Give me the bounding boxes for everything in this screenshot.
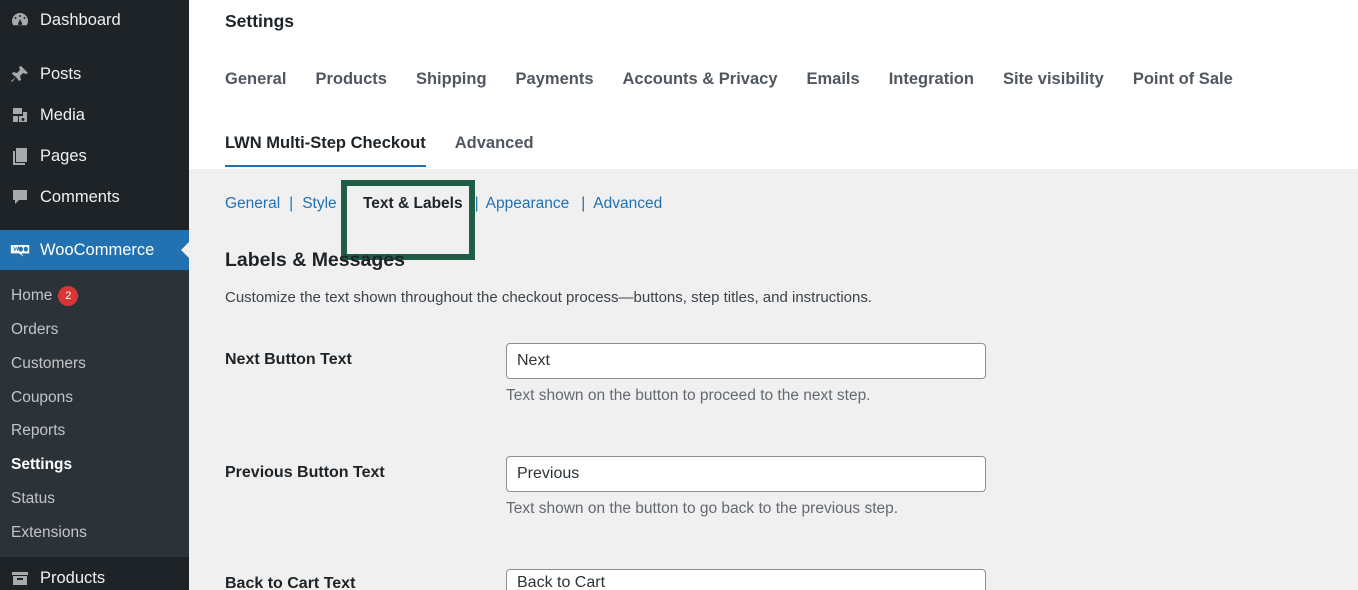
sidebar-item-label: Comments xyxy=(40,187,120,206)
submenu-item-orders[interactable]: Orders xyxy=(11,321,58,339)
back-to-cart-text-input[interactable] xyxy=(506,569,986,590)
sidebar-item-comments[interactable]: Comments xyxy=(0,183,189,211)
sidebar-item-media[interactable]: Media xyxy=(0,101,189,129)
settings-tabs: General Products Shipping Payments Accou… xyxy=(225,70,1262,89)
tab-shipping[interactable]: Shipping xyxy=(416,70,487,89)
current-menu-arrow xyxy=(181,242,189,258)
section-title: Labels & Messages xyxy=(225,249,405,271)
tab-site-visibility[interactable]: Site visibility xyxy=(1003,70,1104,89)
sidebar-item-label: Pages xyxy=(40,146,87,165)
admin-sidebar: Dashboard Posts Media Pages Comments Woo… xyxy=(0,0,189,590)
subnav-separator: | xyxy=(474,195,479,212)
submenu-item-coupons[interactable]: Coupons xyxy=(11,389,73,407)
back-to-cart-text-label: Back to Cart Text xyxy=(225,575,356,590)
submenu-item-reports[interactable]: Reports xyxy=(11,422,65,440)
tab-products[interactable]: Products xyxy=(315,70,387,89)
page-title: Settings xyxy=(225,11,295,31)
next-button-text-input[interactable] xyxy=(506,343,986,379)
highlight-annotation-box xyxy=(341,180,475,260)
dashboard-icon xyxy=(0,10,40,30)
sidebar-item-pages[interactable]: Pages xyxy=(0,142,189,170)
subnav-separator: | xyxy=(581,195,586,212)
tab-payments[interactable]: Payments xyxy=(516,70,594,89)
woocommerce-submenu: Home 2 Orders Customers Coupons Reports S… xyxy=(0,270,189,557)
next-button-text-description: Text shown on the button to proceed to t… xyxy=(506,387,871,404)
subnav-general[interactable]: General xyxy=(225,195,280,212)
settings-tabs-row2: LWN Multi-Step Checkout Advanced xyxy=(225,134,563,167)
tab-lwn-multi-step-checkout[interactable]: LWN Multi-Step Checkout xyxy=(225,134,426,167)
settings-header: Settings General Products Shipping Payme… xyxy=(189,0,1358,169)
sidebar-item-products[interactable]: Products xyxy=(0,564,189,590)
tab-general[interactable]: General xyxy=(225,70,286,89)
sidebar-item-dashboard[interactable]: Dashboard xyxy=(0,6,189,34)
section-description: Customize the text shown throughout the … xyxy=(225,289,873,306)
tab-advanced[interactable]: Advanced xyxy=(455,134,534,167)
tab-emails[interactable]: Emails xyxy=(807,70,860,89)
subnav-style[interactable]: Style xyxy=(302,195,336,212)
subnav-advanced[interactable]: Advanced xyxy=(593,195,662,212)
submenu-item-extensions[interactable]: Extensions xyxy=(11,524,87,542)
media-icon xyxy=(0,105,40,125)
pin-icon xyxy=(0,64,40,84)
previous-button-text-description: Text shown on the button to go back to t… xyxy=(506,500,899,517)
sidebar-item-label: Products xyxy=(40,568,106,587)
pages-icon xyxy=(0,146,40,166)
submenu-item-home[interactable]: Home 2 xyxy=(11,286,79,306)
woocommerce-icon xyxy=(0,240,40,260)
tab-integration[interactable]: Integration xyxy=(889,70,974,89)
submenu-item-status[interactable]: Status xyxy=(11,490,55,508)
sidebar-item-label: Posts xyxy=(40,64,82,83)
subnav-separator: | xyxy=(289,195,294,212)
archive-icon xyxy=(0,568,40,588)
previous-button-text-label: Previous Button Text xyxy=(225,464,385,481)
tab-accounts-privacy[interactable]: Accounts & Privacy xyxy=(623,70,778,89)
sidebar-item-label: Dashboard xyxy=(40,10,121,29)
comments-icon xyxy=(0,187,40,207)
sidebar-item-woocommerce[interactable]: WooCommerce xyxy=(0,230,189,270)
submenu-item-label: Home xyxy=(11,287,53,305)
submenu-item-settings[interactable]: Settings xyxy=(11,456,72,474)
previous-button-text-input[interactable] xyxy=(506,456,986,492)
submenu-item-customers[interactable]: Customers xyxy=(11,355,86,373)
sidebar-item-label: Media xyxy=(40,105,85,124)
sidebar-item-posts[interactable]: Posts xyxy=(0,60,189,88)
update-count-badge: 2 xyxy=(58,286,79,306)
subnav-appearance[interactable]: Appearance xyxy=(486,195,570,212)
next-button-text-label: Next Button Text xyxy=(225,351,352,368)
sidebar-item-label: WooCommerce xyxy=(40,240,155,259)
tab-point-of-sale[interactable]: Point of Sale xyxy=(1133,70,1233,89)
